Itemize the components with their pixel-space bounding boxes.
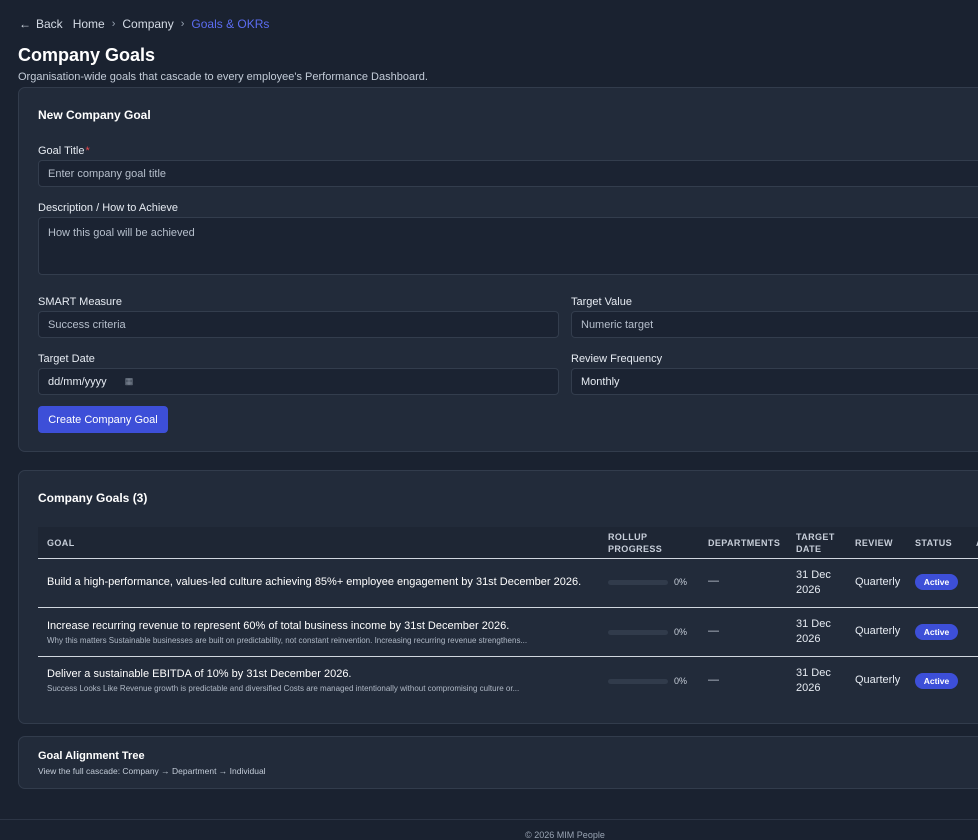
required-marker: * [85,145,90,157]
status-badge: Active [915,574,958,590]
departments-value: — [708,625,719,637]
smart-measure-label: SMART Measure [38,296,122,308]
target-date-line2: 2026 [796,633,821,645]
review-value: Quarterly [855,576,901,588]
col-goal: Goal [47,538,75,548]
breadcrumb-item-home[interactable]: Home [73,17,105,31]
review-value: Quarterly [855,674,901,686]
col-rollup-line1: Rollup [608,532,648,542]
table-row[interactable]: Build a high-performance, values-led cul… [38,559,978,608]
back-label: Back [36,17,63,31]
page-title: Company Goals [18,45,156,65]
rollup-progress-label: 0% [674,676,688,686]
col-target-line1: Target [796,532,835,542]
rollup-progress-label: 0% [674,627,688,637]
table-row[interactable]: Deliver a sustainable EBITDA of 10% by 3… [38,657,978,705]
target-date-input[interactable]: dd/mm/yyyy ▦ [38,368,559,395]
target-date-line1: 31 Dec [796,667,831,679]
rollup-progress-bar [608,580,668,585]
status-badge: Active [915,673,958,689]
rollup-progress-label: 0% [674,577,688,587]
departments-value: — [708,575,719,587]
target-date-line2: 2026 [796,682,821,694]
goal-alignment-tree-subtitle: View the full cascade: Company → Departm… [38,766,266,776]
status-badge: Active [915,624,958,640]
footer-copyright: © 2026 MIM People [525,830,605,840]
breadcrumb-current: Goals & OKRs [191,17,270,31]
departments-value: — [708,674,719,686]
col-departments: Departments [708,538,781,548]
goal-title-label-text: Goal Title [38,145,85,157]
goal-description: Success Looks Like Revenue growth is pre… [47,684,520,693]
goal-alignment-tree-title: Goal Alignment Tree [38,750,145,762]
col-status: Status [915,538,953,548]
smart-measure-input[interactable]: Success criteria [38,311,559,338]
target-date-value: 31 Dec 2026 [796,617,846,647]
review-frequency-value: Monthly [581,375,620,388]
create-company-goal-button[interactable]: Create Company Goal [38,406,168,433]
description-textarea[interactable]: How this goal will be achieved [38,217,978,275]
goal-title-placeholder: Enter company goal title [48,167,167,180]
col-target-date: Target Date [796,531,835,555]
page-subtitle: Organisation-wide goals that cascade to … [18,71,428,83]
target-date-line2: 2026 [796,584,821,596]
review-value: Quarterly [855,625,901,637]
rollup-progress-bar [608,630,668,635]
back-button[interactable]: ← Back [19,17,63,31]
chevron-right-icon: › [111,18,116,30]
col-rollup-line2: Progress [608,544,663,554]
arrow-left-icon: ← [19,17,31,31]
company-goals-card: Company Goals (3) Goal Rollup Progress D… [18,470,978,724]
smart-measure-placeholder: Success criteria [48,318,126,331]
target-value-placeholder: Numeric target [581,318,654,331]
footer-divider [0,819,978,820]
description-placeholder: How this goal will be achieved [48,227,195,239]
col-review: Review [855,538,893,548]
rollup-progress-bar [608,679,668,684]
target-date-value: 31 Dec 2026 [796,666,846,696]
target-date-label: Target Date [38,353,95,365]
target-date-line1: 31 Dec [796,618,831,630]
goal-alignment-tree-card[interactable]: Goal Alignment Tree View the full cascad… [18,736,978,789]
goal-title[interactable]: Deliver a sustainable EBITDA of 10% by 3… [47,668,352,680]
target-value-input[interactable]: Numeric target [571,311,978,338]
new-goal-card: New Company Goal Goal Title* Enter compa… [18,87,978,452]
new-goal-card-title: New Company Goal [38,108,151,122]
chevron-right-icon: › [180,18,185,30]
company-goals-title: Company Goals (3) [38,491,148,505]
calendar-icon[interactable]: ▦ [125,376,134,387]
goal-title[interactable]: Build a high-performance, values-led cul… [47,576,581,588]
col-rollup-progress: Rollup Progress [608,531,662,555]
target-date-placeholder: dd/mm/yyyy [48,375,107,388]
target-date-value: 31 Dec 2026 [796,568,846,598]
goal-title[interactable]: Increase recurring revenue to represent … [47,620,509,632]
goal-description: Why this matters Sustainable businesses … [47,636,528,645]
target-date-line1: 31 Dec [796,569,831,581]
goal-title-label: Goal Title* [38,145,90,157]
target-value-label: Target Value [571,296,632,308]
description-label: Description / How to Achieve [38,202,179,214]
goal-title-input[interactable]: Enter company goal title [38,160,978,187]
review-frequency-label: Review Frequency [571,353,663,365]
breadcrumb: ← Back Home › Company › Goals & OKRs [19,17,269,31]
review-frequency-select[interactable]: Monthly [571,368,978,395]
breadcrumb-item-company[interactable]: Company [122,17,173,31]
col-target-line2: Date [796,544,822,554]
table-row[interactable]: Increase recurring revenue to represent … [38,608,978,657]
table-header: Goal Rollup Progress Departments Target … [38,527,978,559]
